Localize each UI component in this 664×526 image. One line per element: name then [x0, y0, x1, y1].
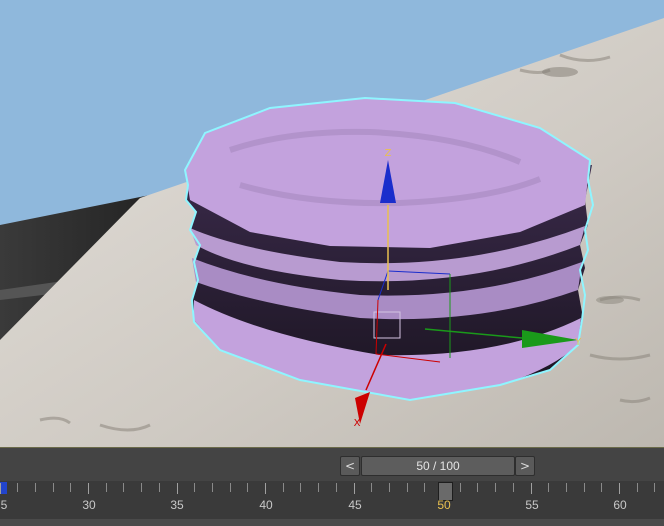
tick-mark	[35, 483, 36, 492]
tick-mark	[637, 483, 638, 492]
tick-mark	[194, 483, 195, 492]
tick-mark	[601, 483, 602, 492]
tick-mark	[177, 483, 178, 494]
tick-mark	[460, 483, 461, 492]
y-axis-label: Y	[574, 337, 582, 348]
tick-mark	[477, 483, 478, 492]
tick-label: 30	[82, 498, 96, 512]
tick-mark	[318, 483, 319, 492]
timeline-panel: < 50 / 100 > 5 30 35 40 45 50 55 60	[0, 447, 664, 526]
tick-mark	[159, 483, 160, 492]
track-bar[interactable]: 5 30 35 40 45 50 55 60	[0, 481, 664, 519]
time-slider[interactable]: 50 / 100	[361, 456, 515, 476]
tick-mark	[584, 483, 585, 492]
previous-frame-button[interactable]: <	[340, 456, 360, 476]
tick-mark	[654, 483, 655, 492]
tick-mark	[619, 483, 620, 494]
tick-label: 45	[348, 498, 362, 512]
tick-mark	[70, 483, 71, 492]
tick-label: 40	[259, 498, 273, 512]
tick-mark	[141, 483, 142, 492]
x-axis-label: X	[354, 418, 361, 429]
next-frame-button[interactable]: >	[515, 456, 535, 476]
tick-mark	[424, 483, 425, 492]
tick-mark	[212, 483, 213, 492]
tick-label: 5	[0, 498, 8, 512]
tick-label: 35	[170, 498, 184, 512]
tick-mark	[513, 483, 514, 492]
tick-mark	[531, 483, 532, 494]
keyframe-marker[interactable]	[0, 482, 7, 494]
tick-mark	[0, 483, 1, 494]
tick-mark	[300, 483, 301, 492]
3d-viewport[interactable]: Z Y X	[0, 0, 664, 447]
tick-mark	[548, 483, 549, 492]
tick-mark	[371, 483, 372, 492]
tick-mark	[17, 483, 18, 492]
tick-mark	[389, 483, 390, 492]
tick-mark	[247, 483, 248, 492]
tick-mark	[354, 483, 355, 494]
tick-mark	[230, 483, 231, 492]
tick-mark	[106, 483, 107, 492]
tick-mark	[88, 483, 89, 494]
tick-mark	[53, 483, 54, 492]
tick-label: 60	[613, 498, 627, 512]
tick-label: 55	[525, 498, 539, 512]
tick-label-current: 50	[437, 498, 451, 512]
cylinder-object[interactable]	[183, 96, 595, 402]
tick-mark	[566, 483, 567, 492]
tick-mark	[123, 483, 124, 492]
tick-mark	[407, 483, 408, 492]
z-axis-label: Z	[385, 148, 392, 159]
tick-mark	[265, 483, 266, 494]
tick-mark	[283, 483, 284, 492]
tick-mark	[495, 483, 496, 492]
tick-mark	[336, 483, 337, 492]
